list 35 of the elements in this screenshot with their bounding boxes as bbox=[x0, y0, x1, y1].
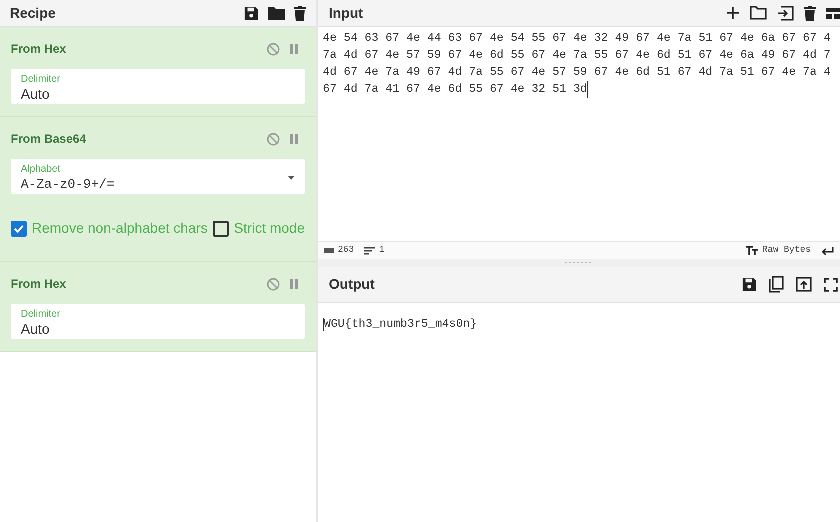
encoding-label[interactable]: Raw Bytes bbox=[762, 244, 811, 258]
input-line: 7a 4d 67 4e 57 59 67 4e 6d 55 67 4e 7a 55 67 4e 6d 51 67 4e 6a 49 67 4d 7 bbox=[323, 48, 832, 64]
char-count: 263 bbox=[338, 244, 354, 257]
panel-title: Input bbox=[329, 4, 364, 23]
import-icon[interactable] bbox=[777, 6, 794, 20]
plus-icon[interactable] bbox=[726, 6, 740, 20]
line-ending-icon[interactable] bbox=[821, 246, 834, 254]
operation-title: From Base64 bbox=[11, 131, 86, 148]
panel-title: Output bbox=[329, 275, 375, 294]
operation-title: From Hex bbox=[11, 41, 66, 58]
replace-input-icon[interactable] bbox=[796, 277, 812, 292]
input-field[interactable]: Delimiter Auto bbox=[11, 304, 305, 339]
input-line: 4e 54 63 67 4e 44 63 67 4e 54 55 67 4e 32 49 67 4e 7a 51 67 4e 6a 67 67 4 bbox=[323, 31, 832, 47]
trash-icon[interactable] bbox=[294, 6, 306, 20]
input-field[interactable]: Delimiter Auto bbox=[11, 69, 305, 104]
check-icon bbox=[14, 224, 24, 232]
folder-icon[interactable] bbox=[750, 6, 767, 20]
folder-icon[interactable] bbox=[268, 6, 285, 20]
input-line: 67 4d 7a 41 67 4e 6d 55 67 4e 32 51 3d bbox=[323, 81, 588, 98]
caret-icon bbox=[288, 176, 295, 180]
dropdown-field[interactable]: Alphabet A-Za-z0-9+/= bbox=[11, 159, 305, 194]
resize-handle[interactable] bbox=[565, 262, 593, 264]
panel-title: Recipe bbox=[10, 4, 56, 23]
copy-icon[interactable] bbox=[769, 276, 784, 293]
save-icon[interactable] bbox=[244, 6, 259, 20]
maximise-icon[interactable] bbox=[824, 278, 838, 292]
output-text: WGU{th3_numb3r5_m4s0n} bbox=[323, 318, 478, 331]
layout-icon[interactable] bbox=[826, 6, 840, 20]
font-size-icon[interactable] bbox=[746, 246, 758, 255]
operation-title: From Hex bbox=[11, 276, 66, 293]
save-icon[interactable] bbox=[742, 277, 757, 292]
input-line: 4d 67 4e 7a 49 67 4d 7a 55 67 4e 57 59 67 4e 6d 51 67 4d 7a 51 67 4e 7a 4 bbox=[323, 65, 832, 81]
lines-icon bbox=[364, 246, 376, 254]
trash-icon[interactable] bbox=[804, 6, 816, 20]
line-count: 1 bbox=[379, 244, 385, 257]
